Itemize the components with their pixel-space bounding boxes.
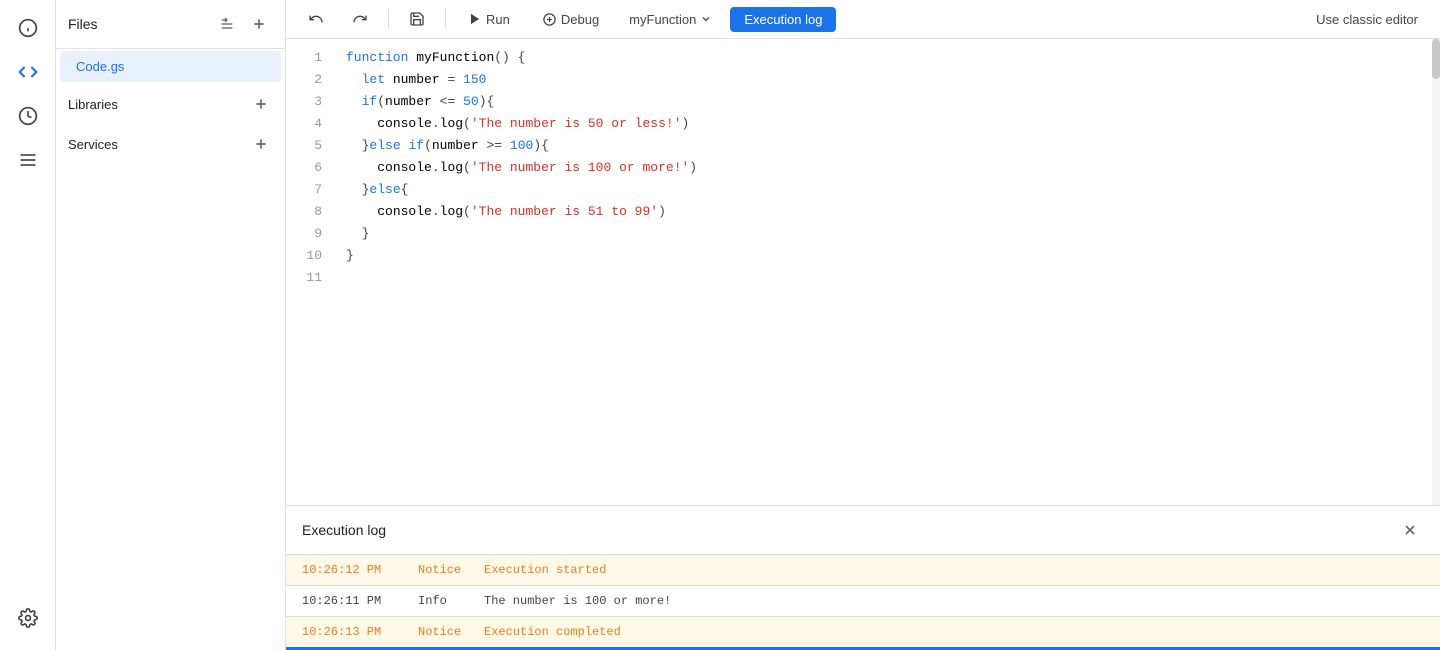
toolbar-sep-1: [388, 9, 389, 29]
code-line-1: function myFunction() {: [346, 47, 1428, 69]
redo-button[interactable]: [342, 6, 378, 32]
main-area: Run Debug myFunction Execution log Use c…: [286, 0, 1440, 650]
code-lines[interactable]: function myFunction() { let number = 150…: [334, 47, 1440, 289]
log-msg-1: The number is 100 or more!: [484, 594, 671, 608]
scrollbar-track[interactable]: [1432, 39, 1440, 505]
code-content: 1 2 3 4 5 6 7 8 9 10 11 function myFunct…: [286, 39, 1440, 297]
executions-nav-icon[interactable]: [8, 140, 48, 180]
log-level-1: Info: [418, 594, 468, 608]
files-panel-title: Files: [68, 16, 205, 32]
log-time-0: 10:26:12 PM: [302, 563, 402, 577]
code-line-4: console.log('The number is 50 or less!'): [346, 113, 1428, 135]
log-msg-2: Execution completed: [484, 625, 621, 639]
log-level-0: Notice: [418, 563, 468, 577]
log-entry-1: 10:26:11 PM Info The number is 100 or mo…: [286, 586, 1440, 616]
code-line-2: let number = 150: [346, 69, 1428, 91]
line-numbers: 1 2 3 4 5 6 7 8 9 10 11: [286, 47, 334, 289]
file-panel-header: Files: [56, 0, 285, 49]
libraries-label: Libraries: [68, 97, 249, 112]
code-editor[interactable]: 1 2 3 4 5 6 7 8 9 10 11 function myFunct…: [286, 39, 1440, 505]
log-level-2: Notice: [418, 625, 468, 639]
file-panel: Files Code.gs Libraries: [56, 0, 286, 650]
code-nav-icon[interactable]: [8, 52, 48, 92]
code-line-9: }: [346, 223, 1428, 245]
execution-log-title: Execution log: [302, 522, 1396, 538]
code-line-7: }else{: [346, 179, 1428, 201]
undo-button[interactable]: [298, 6, 334, 32]
services-label: Services: [68, 137, 249, 152]
use-classic-label: Use classic editor: [1316, 12, 1418, 27]
execution-log-button[interactable]: Execution log: [730, 7, 836, 32]
execution-log-panel: Execution log 10:26:12 PM Notice Executi…: [286, 505, 1440, 650]
debug-label: Debug: [561, 12, 599, 27]
function-selector[interactable]: myFunction: [619, 7, 722, 32]
log-entry-0: 10:26:12 PM Notice Execution started: [286, 555, 1440, 585]
use-classic-editor-link[interactable]: Use classic editor: [1306, 7, 1428, 32]
log-time-2: 10:26:13 PM: [302, 625, 402, 639]
settings-nav-icon[interactable]: [8, 598, 48, 638]
add-library-button[interactable]: [249, 92, 273, 116]
code-line-10: }: [346, 245, 1428, 267]
icon-rail: [0, 0, 56, 650]
log-entry-2: 10:26:13 PM Notice Execution completed: [286, 617, 1440, 647]
run-label: Run: [486, 12, 510, 27]
log-msg-0: Execution started: [484, 563, 606, 577]
toolbar: Run Debug myFunction Execution log Use c…: [286, 0, 1440, 39]
save-button[interactable]: [399, 6, 435, 32]
debug-button[interactable]: Debug: [530, 7, 611, 32]
function-name: myFunction: [629, 12, 696, 27]
libraries-section-header[interactable]: Libraries: [56, 84, 285, 124]
execution-log-header: Execution log: [286, 506, 1440, 555]
code-line-8: console.log('The number is 51 to 99'): [346, 201, 1428, 223]
execution-log-label: Execution log: [744, 12, 822, 27]
file-item-label: Code.gs: [76, 59, 124, 74]
code-line-3: if(number <= 50){: [346, 91, 1428, 113]
code-line-6: console.log('The number is 100 or more!'…: [346, 157, 1428, 179]
sort-files-button[interactable]: [213, 10, 241, 38]
scrollbar-thumb[interactable]: [1432, 39, 1440, 79]
code-line-5: }else if(number >= 100){: [346, 135, 1428, 157]
file-panel-actions: [213, 10, 273, 38]
toolbar-sep-2: [445, 9, 446, 29]
run-button[interactable]: Run: [456, 7, 522, 32]
log-time-1: 10:26:11 PM: [302, 594, 402, 608]
add-file-button[interactable]: [245, 10, 273, 38]
services-section-header[interactable]: Services: [56, 124, 285, 164]
info-nav-icon[interactable]: [8, 8, 48, 48]
triggers-nav-icon[interactable]: [8, 96, 48, 136]
code-line-11: [346, 267, 1428, 289]
file-item-code-gs[interactable]: Code.gs: [60, 51, 281, 82]
close-execution-log-button[interactable]: [1396, 516, 1424, 544]
add-service-button[interactable]: [249, 132, 273, 156]
